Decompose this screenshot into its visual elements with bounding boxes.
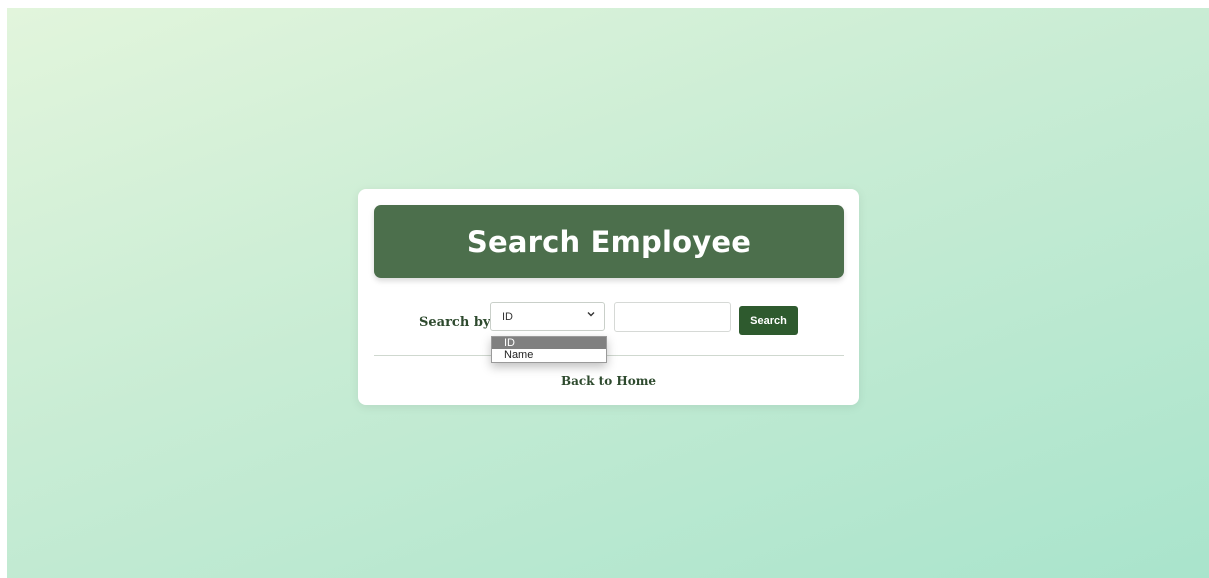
dropdown-option-id[interactable]: ID [492, 337, 606, 349]
page-background: Search Employee Search by: ID Search Bac… [7, 8, 1209, 578]
search-input[interactable] [614, 302, 731, 332]
back-to-home-link[interactable]: Back to Home [358, 374, 859, 388]
search-card: Search Employee Search by: ID Search Bac… [358, 189, 859, 405]
page-title: Search Employee [466, 224, 752, 259]
search-by-label: Search by: [419, 315, 496, 330]
select-value: ID [502, 311, 513, 323]
divider [374, 355, 844, 356]
chevron-down-icon [587, 310, 595, 321]
dropdown-option-name[interactable]: Name [492, 349, 606, 361]
header-banner: Search Employee [374, 205, 844, 278]
search-by-select[interactable]: ID [490, 302, 605, 331]
search-by-dropdown-list: ID Name [491, 336, 607, 363]
search-button[interactable]: Search [739, 306, 798, 335]
